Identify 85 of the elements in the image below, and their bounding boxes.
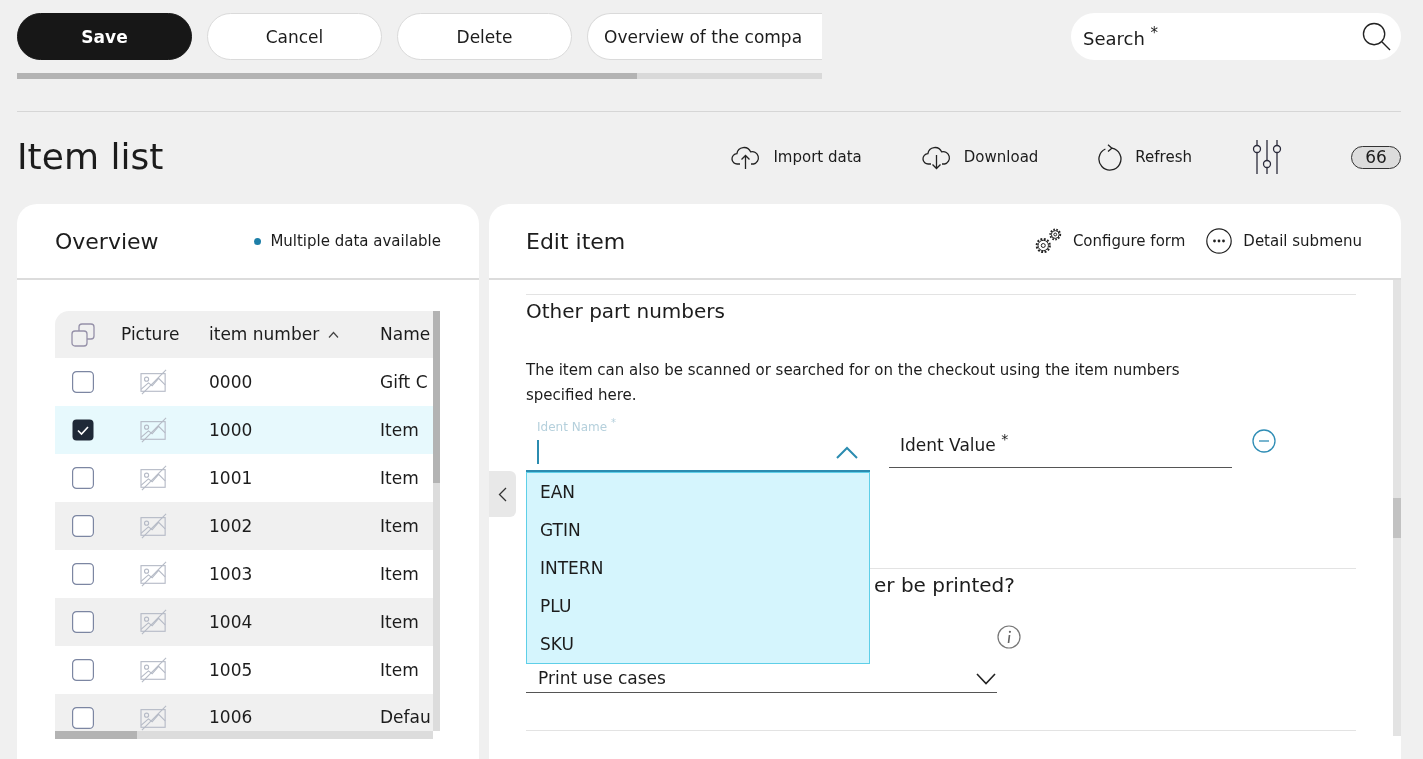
image-placeholder-icon <box>139 609 169 635</box>
table-cell-text: Item <box>379 421 420 439</box>
detail-submenu-button[interactable]: Detail submenu <box>1206 228 1362 254</box>
cloud-download-icon <box>921 144 951 170</box>
secondary-button[interactable]: Overview of the compa <box>587 13 822 60</box>
section-description: The item can also be scanned or searched for on the checkout using the item numbers specified here. <box>526 360 1181 406</box>
image-placeholder-icon <box>139 369 169 395</box>
select-field[interactable]: Print use cases <box>526 665 997 693</box>
table-cell-text: 1000 <box>208 421 254 439</box>
checkbox[interactable] <box>71 659 94 681</box>
table-cell-text: 1005 <box>208 661 254 679</box>
checkbox[interactable] <box>71 707 94 729</box>
chevron-left-icon <box>498 486 507 502</box>
dropdown-option[interactable]: EAN <box>527 473 869 511</box>
refresh-button[interactable]: Refresh <box>1098 143 1192 171</box>
gears-icon <box>1034 228 1062 254</box>
collapse-button[interactable] <box>489 471 516 517</box>
chevron-down-icon[interactable] <box>976 672 996 685</box>
sort-ascending-icon[interactable] <box>328 331 340 338</box>
table-cell-text: Item <box>379 613 420 631</box>
table-cell-text: Item <box>379 565 420 583</box>
table-cell-text: 1006 <box>208 709 254 726</box>
cloud-upload-icon <box>731 144 761 170</box>
chevron-up-icon[interactable] <box>836 445 858 459</box>
checkbox[interactable] <box>71 563 94 585</box>
text-cursor-icon <box>537 440 539 464</box>
table-cell-text: 0000 <box>208 373 254 391</box>
section-title: er be printed? <box>874 572 1015 599</box>
table-row[interactable]: 1004 Item <box>55 598 433 646</box>
secondary-button[interactable]: Cancel <box>207 13 382 60</box>
panel-title: Edit item <box>526 228 626 254</box>
status-dot-icon <box>254 237 262 245</box>
table-cell-text: 1002 <box>208 517 254 535</box>
sliders-icon[interactable] <box>1252 139 1282 175</box>
table-row[interactable]: 1002 Item <box>55 502 433 550</box>
table-cell-text: 1001 <box>208 469 254 487</box>
search-icon[interactable] <box>1362 22 1391 51</box>
table-row[interactable]: 1000 Item <box>55 406 433 454</box>
checkbox[interactable] <box>71 371 94 393</box>
image-placeholder-icon <box>139 561 169 587</box>
column-header[interactable]: Picture <box>110 324 198 345</box>
page-title: Item list <box>17 139 164 175</box>
table-cell-text: Gift C <box>379 373 429 391</box>
panel-title: Overview <box>55 228 159 254</box>
download-button[interactable]: Download <box>921 144 1039 170</box>
info-icon[interactable] <box>997 625 1021 649</box>
table-cell-text: Defau <box>379 709 432 726</box>
dropdown-option[interactable]: PLU <box>527 587 869 625</box>
column-header[interactable]: item number <box>198 324 369 345</box>
scrollbar-thumb[interactable] <box>17 73 637 79</box>
table-cell-text: Item <box>379 469 420 487</box>
dropdown-option[interactable]: GTIN <box>527 511 869 549</box>
checkbox[interactable] <box>71 467 94 489</box>
search-field[interactable]: Search $^{*}$ <box>1071 13 1401 60</box>
status-text: Multiple data available <box>270 232 441 250</box>
table-cell-text: 1003 <box>208 565 254 583</box>
secondary-button[interactable]: Delete <box>397 13 572 60</box>
column-header[interactable]: Name <box>369 324 431 345</box>
ident-value-field[interactable]: Ident Value $^{*}$ <box>889 430 1232 468</box>
image-placeholder-icon <box>139 417 169 443</box>
configure-form-button[interactable]: Configure form <box>1034 228 1186 254</box>
checkbox[interactable] <box>71 611 94 633</box>
select-all-icon[interactable] <box>70 322 95 347</box>
refresh-icon <box>1098 143 1123 171</box>
section-title: Other part numbers <box>526 299 726 323</box>
table-row[interactable]: 1006 Defau <box>55 694 433 731</box>
image-placeholder-icon <box>139 465 169 491</box>
scrollbar-thumb[interactable] <box>55 731 137 739</box>
count-badge: 66 <box>1351 145 1401 169</box>
minus-circle-icon[interactable] <box>1252 429 1276 453</box>
scrollbar-thumb[interactable] <box>1393 498 1401 538</box>
table-cell-text: Item <box>379 517 420 535</box>
image-placeholder-icon <box>139 705 169 731</box>
dropdown-option[interactable]: INTERN <box>527 549 869 587</box>
image-placeholder-icon <box>139 513 169 539</box>
scrollbar-thumb[interactable] <box>433 311 440 483</box>
checkbox[interactable] <box>71 515 94 537</box>
ellipsis-circle-icon <box>1206 228 1233 254</box>
import-button[interactable]: Import data <box>731 144 862 170</box>
checkbox[interactable] <box>71 419 94 441</box>
table-cell-text: Item <box>379 661 420 679</box>
table-cell-text: 1004 <box>208 613 254 631</box>
primary-button[interactable]: Save <box>17 13 192 60</box>
image-placeholder-icon <box>139 657 169 683</box>
dropdown-option[interactable]: SKU <box>527 625 869 663</box>
